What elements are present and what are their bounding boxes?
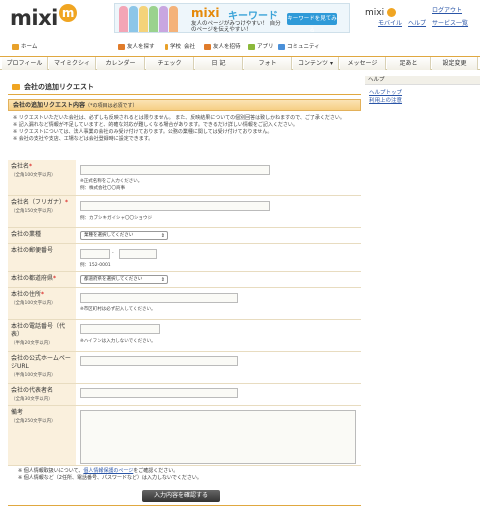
menu-footprints[interactable]: 足あと xyxy=(387,57,431,70)
nav-company[interactable]: 会社 xyxy=(184,42,195,50)
menu-diary[interactable]: 日 記 xyxy=(195,57,243,70)
services-link[interactable]: サービス一覧 xyxy=(432,20,468,27)
postal-code-2-input[interactable] xyxy=(119,249,157,259)
chevron-down-icon: ▾ xyxy=(329,60,333,67)
banner-brand: mixi xyxy=(191,6,220,20)
mixi-small-logo: mixi xyxy=(365,8,396,18)
privacy-link[interactable]: 個人情報保護のページ xyxy=(83,468,133,474)
banner-people-image xyxy=(119,6,181,32)
row-remarks: 備考 （全角250文字以内） xyxy=(8,406,361,466)
section-header: 会社の追加リクエスト内容（*の項目は必須です） xyxy=(8,99,361,111)
menu-settings[interactable]: 設定変更 xyxy=(432,57,478,70)
row-postal: 本社の郵便番号 - 例：152-0001 xyxy=(8,244,361,272)
menu-photo[interactable]: フォト xyxy=(244,57,292,70)
company-name-input[interactable] xyxy=(80,165,270,175)
logout-link[interactable]: ログアウト xyxy=(432,5,462,14)
confirm-submit-button[interactable]: 入力内容を確認する xyxy=(142,490,220,502)
row-prefecture: 本社の都道府県* 都道府県を選択してください ⇕ xyxy=(8,272,361,288)
home-icon xyxy=(12,43,19,50)
nav-community[interactable]: コミュニティ xyxy=(278,42,320,50)
company-kana-input[interactable] xyxy=(80,201,270,211)
remarks-textarea[interactable] xyxy=(80,410,356,464)
menu-calendar[interactable]: カレンダー xyxy=(97,57,145,70)
sidebar: ヘルプ ヘルプトップ 利用上の注意 xyxy=(365,76,480,105)
mixi-logo-badge: m xyxy=(58,4,77,22)
company-name-label: 会社名 xyxy=(11,163,30,170)
nav-home[interactable]: ホーム xyxy=(12,42,37,50)
nav-invite[interactable]: 友人を招待 xyxy=(204,42,241,50)
friends-icon xyxy=(118,43,125,50)
mobile-link[interactable]: モバイル xyxy=(378,20,402,27)
menu-message[interactable]: メッセージ xyxy=(340,57,386,70)
phone-input[interactable] xyxy=(80,324,160,334)
banner-subtext: 友人のページがみつけやすい！ 自分のページを伝えやすい！ xyxy=(191,21,281,33)
homepage-input[interactable] xyxy=(80,356,238,366)
menu-check[interactable]: チェック xyxy=(146,57,194,70)
sidebar-title: ヘルプ xyxy=(365,76,480,85)
keyword-banner-ad[interactable]: mixi キーワード 友人のページがみつけやすい！ 自分のページを伝えやすい！ … xyxy=(114,3,350,33)
row-company-name: 会社名* （全角100文字以内） ※正式名称をご入力ください。 例：株式会社〇〇商… xyxy=(8,160,361,196)
row-address: 本社の住所* （全角100文字以内） ※市区町村は必ず記入してください。 xyxy=(8,288,361,320)
postal-code-1-input[interactable] xyxy=(80,249,110,259)
invite-icon xyxy=(204,43,211,50)
row-homepage: 会社の公式ホームページURL （半角100文字以内） xyxy=(8,352,361,384)
nav-find-friends[interactable]: 友人を探す xyxy=(118,42,155,50)
row-industry: 会社の業種 業種を選択してください ⇕ xyxy=(8,228,361,244)
industry-select[interactable]: 業種を選択してください ⇕ xyxy=(80,231,168,240)
top-links: モバイル ヘルプ サービス一覧 xyxy=(372,18,468,27)
prefecture-select[interactable]: 都道府県を選択してください ⇕ xyxy=(80,275,168,284)
global-nav: ホーム 友人を探す 学校 会社 友人を招待 アプリ コミュニティ xyxy=(0,38,480,54)
arrow-icon xyxy=(165,43,168,50)
page-title: 会社の追加リクエスト xyxy=(8,80,361,95)
community-icon xyxy=(278,43,285,50)
sidebar-link-terms[interactable]: 利用上の注意 xyxy=(365,97,480,105)
row-company-kana: 会社名（フリガナ）* （全角150文字以内） 例：カブシキガイシャ〇〇ショウジ xyxy=(8,196,361,228)
help-link[interactable]: ヘルプ xyxy=(408,20,426,27)
apps-icon xyxy=(248,43,255,50)
banner-button[interactable]: キーワードを見てみる xyxy=(287,13,337,32)
row-phone: 本社の電話番号（代表） （半角20文字以内） ※ハイフンは入力しないでください。 xyxy=(8,320,361,352)
representative-input[interactable] xyxy=(80,388,238,398)
address-input[interactable] xyxy=(80,293,238,303)
main-menu: プロフィール マイミクシィ カレンダー チェック 日 記 フォト コンテンツ ▾… xyxy=(0,56,480,70)
notes: ※ リクエストいただいた会社は、必ずしも反映されるとは限りません。 また、反映結… xyxy=(8,113,361,163)
mixi-logo[interactable]: mixi m xyxy=(10,4,77,30)
sidebar-link-help-top[interactable]: ヘルプトップ xyxy=(365,89,480,97)
menu-mymixi[interactable]: マイミクシィ xyxy=(49,57,96,70)
row-representative: 会社の代表者名 （全角30文字以内） xyxy=(8,384,361,406)
nav-apps[interactable]: アプリ xyxy=(248,42,274,50)
menu-contents[interactable]: コンテンツ ▾ xyxy=(293,57,339,70)
banner-keyword: キーワード xyxy=(228,11,278,22)
nav-school[interactable]: 学校 xyxy=(165,42,181,50)
select-arrow-icon: ⇕ xyxy=(160,233,165,239)
building-icon xyxy=(12,84,20,90)
menu-profile[interactable]: プロフィール xyxy=(2,57,48,70)
